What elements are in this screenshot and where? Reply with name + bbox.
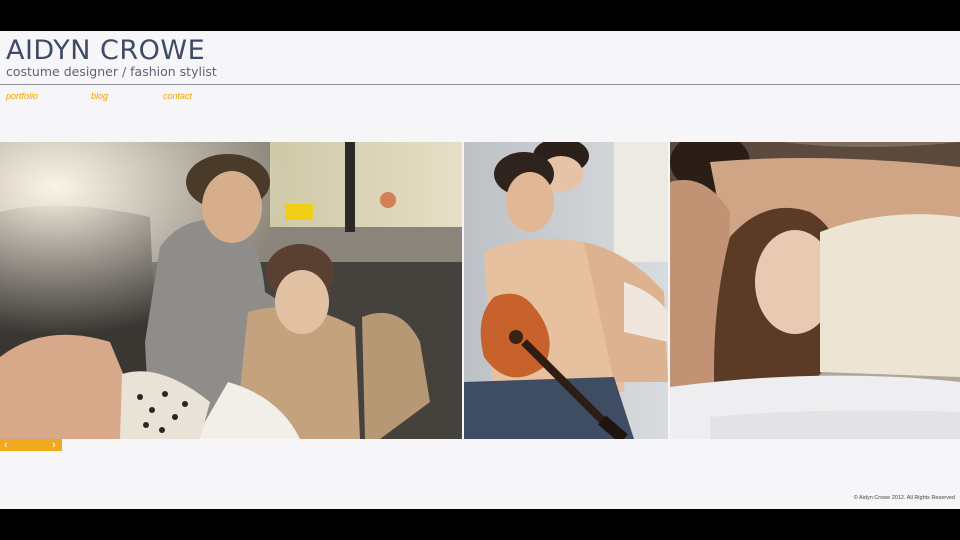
couple-in-taxi-photo[interactable]: [0, 142, 462, 439]
copyright-text: © Aidyn Crowe 2012. All Rights Reserved: [853, 495, 955, 501]
brand-tagline: costume designer / fashion stylist: [6, 64, 217, 79]
chevron-left-icon[interactable]: ‹: [4, 439, 8, 451]
page: AIDYN CROWE costume designer / fashion s…: [0, 31, 960, 509]
photo-gallery: [0, 142, 960, 439]
nav-item-portfolio[interactable]: portfolio: [6, 91, 38, 101]
couple-with-guitar-image: [464, 142, 668, 439]
chevron-right-icon[interactable]: ›: [52, 439, 56, 451]
brand: AIDYN CROWE costume designer / fashion s…: [6, 37, 217, 79]
couple-with-guitar-photo[interactable]: [464, 142, 668, 439]
couple-in-taxi-image: [0, 142, 462, 439]
slider-control: ‹ ›: [0, 439, 62, 451]
brand-name: AIDYN CROWE: [6, 35, 206, 66]
header-divider: [0, 84, 960, 85]
nav-item-blog[interactable]: blog: [91, 91, 108, 101]
couple-in-bed-photo[interactable]: [670, 142, 960, 439]
nav-item-contact[interactable]: contact: [163, 91, 192, 101]
couple-in-bed-image: [670, 142, 960, 439]
